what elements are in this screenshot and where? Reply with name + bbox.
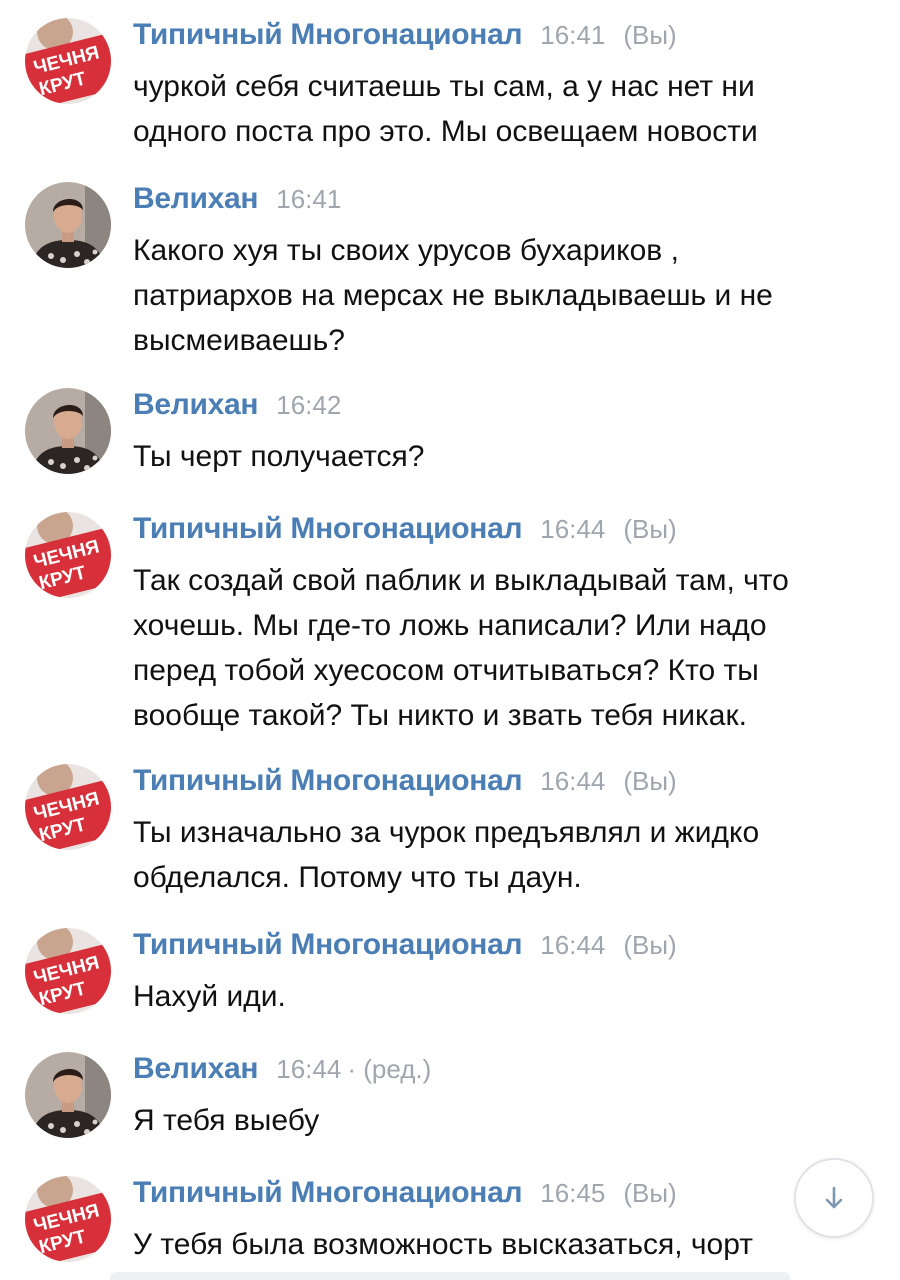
message-text-line: одного поста про это. Мы освещаем новост… bbox=[133, 115, 758, 148]
message-text-line: патриархов на мерсах не выкладываешь и н… bbox=[133, 279, 773, 312]
you-label: (Вы) bbox=[623, 514, 677, 544]
message-header: Типичный Многонационал 16:41 (Вы) bbox=[133, 18, 677, 58]
message-text-line: Ты черт получается? bbox=[133, 440, 425, 473]
message-time: 16:41 bbox=[276, 184, 342, 214]
message-header: Типичный Многонационал 16:45 (Вы) bbox=[133, 1176, 677, 1216]
message-time: 16:44 bbox=[540, 514, 606, 544]
message-text: Ты изначально за чурок предъявлял и жидк… bbox=[133, 810, 878, 900]
group-avatar[interactable]: ЧЕЧНЯ КРУТ bbox=[25, 928, 111, 1014]
author-name[interactable]: Типичный Многонационал bbox=[133, 928, 523, 962]
user-avatar[interactable] bbox=[25, 182, 111, 268]
input-panel-edge bbox=[110, 1272, 790, 1280]
message-text-line: обделался. Потому что ты даун. bbox=[133, 861, 582, 894]
message-text: Какого хуя ты своих урусов бухариков , па… bbox=[133, 228, 878, 363]
chat-history[interactable]: ЧЕЧНЯ КРУТ Типичный Многонационал 16:41 (Вы)… bbox=[0, 0, 900, 1280]
message-time: 16:42 bbox=[276, 390, 342, 420]
group-avatar[interactable]: ЧЕЧНЯ КРУТ bbox=[25, 764, 111, 850]
message-time: 16:44 bbox=[276, 1054, 342, 1084]
arrow-down-icon bbox=[825, 1186, 843, 1209]
message-text-line: Так создай свой паблик и выкладывай там,… bbox=[133, 564, 789, 597]
message-text-line: У тебя была возможность высказаться, чор… bbox=[133, 1228, 753, 1261]
author-name[interactable]: Типичный Многонационал bbox=[133, 18, 523, 52]
message-text-line: Нахуй иди. bbox=[133, 980, 286, 1013]
message-time: 16:45 bbox=[540, 1178, 606, 1208]
group-avatar[interactable]: ЧЕЧНЯ КРУТ bbox=[25, 512, 111, 598]
author-name[interactable]: Велихан bbox=[133, 1052, 259, 1086]
message-time: 16:44 bbox=[540, 766, 606, 796]
you-label: (Вы) bbox=[623, 766, 677, 796]
message-text-line: перед тобой хуесосом отчитываться? Кто т… bbox=[133, 654, 759, 687]
user-avatar[interactable] bbox=[25, 1052, 111, 1138]
message-time: 16:41 bbox=[540, 20, 606, 50]
message-text: Ты черт получается? bbox=[133, 434, 878, 479]
message-header: Велихан 16:41 bbox=[133, 182, 341, 222]
author-name[interactable]: Типичный Многонационал bbox=[133, 764, 523, 798]
user-avatar[interactable] bbox=[25, 388, 111, 474]
group-avatar[interactable]: ЧЕЧНЯ КРУТ bbox=[25, 1176, 111, 1262]
message-text: чуркой себя считаешь ты сам, а у нас нет… bbox=[133, 64, 878, 154]
scroll-down-button[interactable] bbox=[794, 1158, 874, 1238]
author-name[interactable]: Велихан bbox=[133, 182, 259, 216]
message-text: У тебя была возможность высказаться, чор… bbox=[133, 1222, 878, 1267]
message-text-line: вообще такой? Ты никто и звать тебя ника… bbox=[133, 699, 747, 732]
you-label: (Вы) bbox=[623, 1178, 677, 1208]
message-header: Типичный Многонационал 16:44 (Вы) bbox=[133, 928, 677, 968]
message-text-line: Ты изначально за чурок предъявлял и жидк… bbox=[133, 816, 760, 849]
edited-label: · (ред.) bbox=[347, 1054, 432, 1084]
message-text-line: Какого хуя ты своих урусов бухариков , bbox=[133, 234, 679, 267]
message-text-line: хочешь. Мы где-то ложь написали? Или над… bbox=[133, 609, 767, 642]
message-text: Я тебя выебу bbox=[133, 1098, 878, 1143]
you-label: (Вы) bbox=[623, 20, 677, 50]
author-name[interactable]: Типичный Многонационал bbox=[133, 512, 523, 546]
message-header: Типичный Многонационал 16:44 (Вы) bbox=[133, 764, 677, 804]
message-time: 16:44 bbox=[540, 930, 606, 960]
author-name[interactable]: Типичный Многонационал bbox=[133, 1176, 523, 1210]
message-text: Нахуй иди. bbox=[133, 974, 878, 1019]
message-text-line: Я тебя выебу bbox=[133, 1104, 320, 1137]
message-text-line: чуркой себя считаешь ты сам, а у нас нет… bbox=[133, 70, 755, 103]
you-label: (Вы) bbox=[623, 930, 677, 960]
message-header: Велихан 16:44 · (ред.) bbox=[133, 1052, 431, 1092]
group-avatar[interactable]: ЧЕЧНЯ КРУТ bbox=[25, 18, 111, 104]
message-header: Типичный Многонационал 16:44 (Вы) bbox=[133, 512, 677, 552]
message-text: Так создай свой паблик и выкладывай там,… bbox=[133, 558, 878, 738]
author-name[interactable]: Велихан bbox=[133, 388, 259, 422]
message-header: Велихан 16:42 bbox=[133, 388, 341, 428]
message-text-line: высмеиваешь? bbox=[133, 324, 345, 357]
